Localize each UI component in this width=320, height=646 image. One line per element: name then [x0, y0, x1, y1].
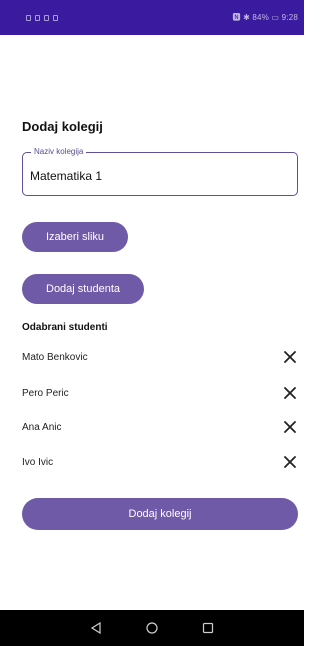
status-bar: 🅽 ✱ 84% ▭ 9:28	[0, 0, 304, 35]
student-name: Mato Benkovic	[22, 351, 88, 363]
student-name: Ana Anic	[22, 421, 62, 433]
notification-icon	[53, 14, 58, 21]
student-row: Ana Anic	[22, 416, 298, 438]
navigation-bar	[0, 610, 304, 646]
notification-icon	[26, 14, 31, 21]
course-name-label: Naziv kolegija	[31, 147, 87, 156]
status-right-text: 🅽 ✱ 84% ▭ 9:28	[232, 13, 298, 22]
close-icon[interactable]	[282, 349, 298, 365]
notification-icon	[35, 14, 40, 21]
student-row: Pero Peric	[22, 382, 298, 404]
notification-icons	[26, 14, 58, 21]
page-title: Dodaj kolegij	[22, 119, 103, 134]
notification-icon	[44, 14, 49, 21]
close-icon[interactable]	[282, 454, 298, 470]
add-student-button[interactable]: Dodaj studenta	[22, 274, 144, 304]
close-icon[interactable]	[282, 385, 298, 401]
course-name-input[interactable]	[30, 169, 280, 183]
student-row: Mato Benkovic	[22, 346, 298, 368]
back-icon[interactable]	[90, 622, 102, 634]
selected-students-heading: Odabrani studenti	[22, 322, 108, 333]
choose-image-button[interactable]: Izaberi sliku	[22, 222, 128, 252]
recents-icon[interactable]	[202, 622, 214, 634]
add-course-button[interactable]: Dodaj kolegij	[22, 498, 298, 530]
student-name: Ivo Ivic	[22, 456, 54, 468]
close-icon[interactable]	[282, 419, 298, 435]
student-row: Ivo Ivic	[22, 451, 298, 473]
course-name-field[interactable]: Naziv kolegija	[22, 147, 298, 196]
student-name: Pero Peric	[22, 387, 69, 399]
home-icon[interactable]	[146, 622, 158, 634]
